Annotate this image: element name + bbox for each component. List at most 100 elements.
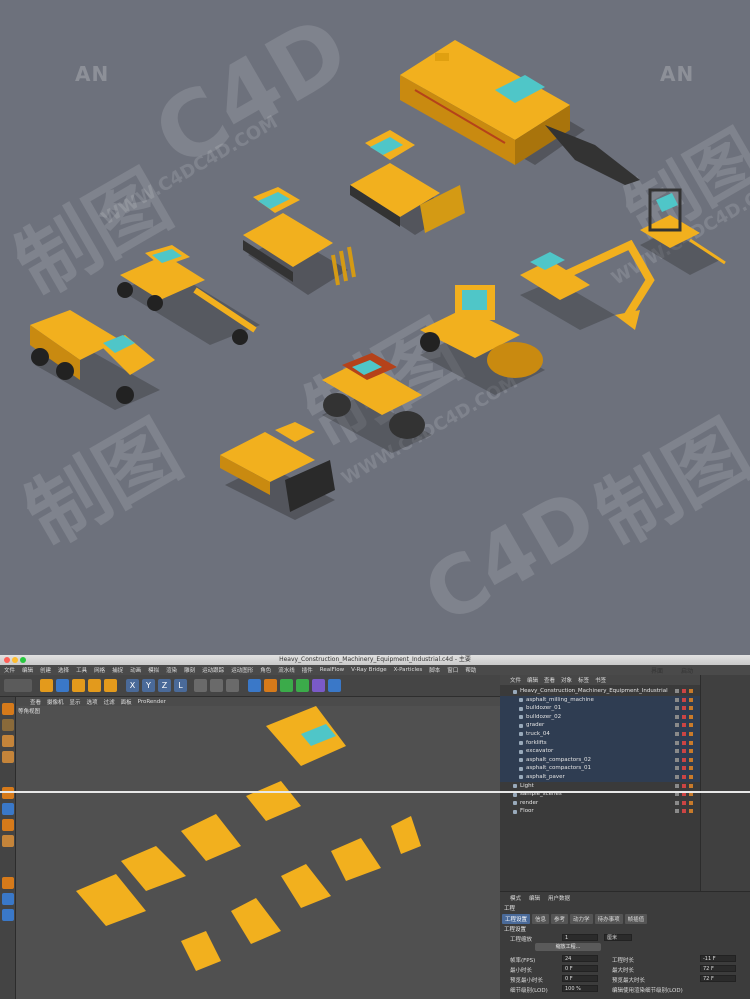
attribute-tab[interactable]: 参考 bbox=[551, 914, 569, 924]
visibility-flags-icon[interactable] bbox=[675, 749, 695, 754]
viewport-menu-item[interactable]: 显示 bbox=[70, 698, 81, 706]
object-row[interactable]: Light bbox=[500, 782, 700, 791]
planar-workplane-icon[interactable] bbox=[2, 909, 14, 921]
make-editable-icon[interactable] bbox=[2, 703, 14, 715]
add-object-icon[interactable] bbox=[104, 679, 117, 692]
locked-workplane-icon[interactable] bbox=[2, 893, 14, 905]
object-row[interactable]: asphalt_paver bbox=[500, 772, 700, 782]
scene-icon[interactable] bbox=[328, 679, 341, 692]
edges-mode-icon[interactable] bbox=[2, 787, 14, 799]
render-settings-icon[interactable] bbox=[226, 679, 239, 692]
attribute-tab[interactable]: 动力学 bbox=[570, 914, 593, 924]
menu-item[interactable]: 模拟 bbox=[148, 666, 159, 674]
cube-object-icon[interactable] bbox=[248, 679, 261, 692]
attribute-menu-item[interactable]: 编辑 bbox=[529, 894, 540, 902]
close-window-button[interactable] bbox=[4, 657, 10, 663]
field-input[interactable]: 0 F bbox=[562, 975, 598, 982]
menu-item[interactable]: 运动跟踪 bbox=[202, 666, 224, 674]
visibility-flags-icon[interactable] bbox=[675, 800, 695, 806]
object-row[interactable]: Floor bbox=[500, 807, 700, 816]
visibility-flags-icon[interactable] bbox=[675, 740, 695, 746]
menu-item[interactable]: 窗口 bbox=[447, 666, 458, 674]
deformer-icon[interactable] bbox=[312, 679, 325, 692]
menu-item[interactable]: 捕捉 bbox=[112, 666, 123, 674]
visibility-flags-icon[interactable] bbox=[675, 723, 695, 728]
move-tool-icon[interactable] bbox=[40, 679, 53, 692]
render-view-icon[interactable] bbox=[194, 679, 207, 692]
menu-item[interactable]: 创建 bbox=[40, 666, 51, 674]
visibility-flags-icon[interactable] bbox=[675, 783, 695, 789]
visibility-flags-icon[interactable] bbox=[675, 809, 695, 814]
object-menu-item[interactable]: 对象 bbox=[561, 676, 572, 684]
z-axis-lock-button[interactable]: Z bbox=[158, 679, 171, 692]
render-picture-viewer-icon[interactable] bbox=[210, 679, 223, 692]
object-menu-item[interactable]: 书签 bbox=[595, 676, 606, 684]
menu-item[interactable]: 工具 bbox=[76, 666, 87, 674]
minimize-window-button[interactable] bbox=[12, 657, 18, 663]
viewport-menu-item[interactable]: ProRender bbox=[138, 699, 166, 705]
spline-icon[interactable] bbox=[264, 679, 277, 692]
visibility-flags-icon[interactable] bbox=[675, 774, 695, 780]
object-menu-item[interactable]: 标签 bbox=[578, 676, 589, 684]
field-input[interactable]: 0 F bbox=[562, 965, 598, 972]
object-row[interactable]: forklifts bbox=[500, 738, 700, 748]
field-input[interactable]: 24 bbox=[562, 955, 598, 962]
field-input[interactable]: 72 F bbox=[700, 975, 736, 982]
menu-item[interactable]: 选择 bbox=[58, 666, 69, 674]
x-axis-lock-button[interactable]: X bbox=[126, 679, 139, 692]
menu-item[interactable]: 脚本 bbox=[429, 666, 440, 674]
object-menu-item[interactable]: 文件 bbox=[510, 676, 521, 684]
menu-item[interactable]: 文件 bbox=[4, 666, 15, 674]
menu-item[interactable]: 网格 bbox=[94, 666, 105, 674]
object-row[interactable]: bulldozer_02 bbox=[500, 712, 700, 722]
polygons-mode-icon[interactable] bbox=[2, 803, 14, 815]
object-row[interactable]: asphalt_compactors_02 bbox=[500, 755, 700, 765]
attribute-menu-item[interactable]: 模式 bbox=[510, 894, 521, 902]
y-axis-lock-button[interactable]: Y bbox=[142, 679, 155, 692]
menu-item[interactable]: RealFlow bbox=[320, 667, 344, 673]
field-input[interactable]: 72 F bbox=[700, 965, 736, 972]
workplane-icon[interactable] bbox=[2, 835, 14, 847]
object-menu-item[interactable]: 查看 bbox=[544, 676, 555, 684]
menu-item[interactable]: 编辑 bbox=[22, 666, 33, 674]
viewport-menu-item[interactable]: 摄像机 bbox=[47, 698, 64, 706]
solo-icon[interactable] bbox=[2, 877, 14, 889]
field-input[interactable]: 100 % bbox=[562, 985, 598, 992]
object-menu-item[interactable]: 编辑 bbox=[527, 676, 538, 684]
object-row[interactable]: bulldozer_01 bbox=[500, 704, 700, 713]
menu-item[interactable]: X-Particles bbox=[394, 667, 423, 673]
menu-item[interactable]: 运动图形 bbox=[231, 666, 253, 674]
object-row[interactable]: truck_04 bbox=[500, 729, 700, 739]
object-row[interactable]: asphalt_milling_machine bbox=[500, 695, 700, 705]
visibility-flags-icon[interactable] bbox=[675, 706, 695, 711]
scale-project-button[interactable]: 缩放工程... bbox=[535, 943, 601, 951]
menu-item[interactable]: 帮助 bbox=[465, 666, 476, 674]
menu-item[interactable]: 渲染 bbox=[166, 666, 177, 674]
menu-item[interactable]: 角色 bbox=[260, 666, 271, 674]
object-row[interactable]: render bbox=[500, 799, 700, 808]
attribute-tab[interactable]: 待办事项 bbox=[594, 914, 623, 924]
scale-tool-icon[interactable] bbox=[72, 679, 85, 692]
live-select-icon[interactable] bbox=[56, 679, 69, 692]
visibility-flags-icon[interactable] bbox=[675, 766, 695, 771]
layout-value[interactable]: 启动 bbox=[681, 666, 693, 675]
maximize-window-button[interactable] bbox=[20, 657, 26, 663]
attribute-tab[interactable]: 工程设置 bbox=[502, 914, 531, 924]
snap-icon[interactable] bbox=[2, 819, 14, 831]
scale-unit-select[interactable]: 厘米 bbox=[604, 934, 632, 941]
attribute-menu-item[interactable]: 用户数据 bbox=[548, 894, 570, 902]
menu-item[interactable]: 雕刻 bbox=[184, 666, 195, 674]
viewport-menu-item[interactable]: 查看 bbox=[30, 698, 41, 706]
viewport-menu-item[interactable]: 选项 bbox=[87, 698, 98, 706]
scale-input[interactable]: 1 bbox=[562, 934, 598, 941]
perspective-viewport[interactable]: 等角视图 bbox=[16, 706, 500, 999]
object-row[interactable]: asphalt_compactors_01 bbox=[500, 764, 700, 773]
nurbs-icon[interactable] bbox=[280, 679, 293, 692]
array-icon[interactable] bbox=[296, 679, 309, 692]
menu-item[interactable]: 插件 bbox=[302, 666, 313, 674]
object-row[interactable]: excavator bbox=[500, 747, 700, 756]
viewport-menu-item[interactable]: 过滤 bbox=[104, 698, 115, 706]
menu-item[interactable]: 动画 bbox=[130, 666, 141, 674]
undo-button[interactable] bbox=[4, 679, 32, 692]
visibility-flags-icon[interactable] bbox=[675, 697, 695, 703]
